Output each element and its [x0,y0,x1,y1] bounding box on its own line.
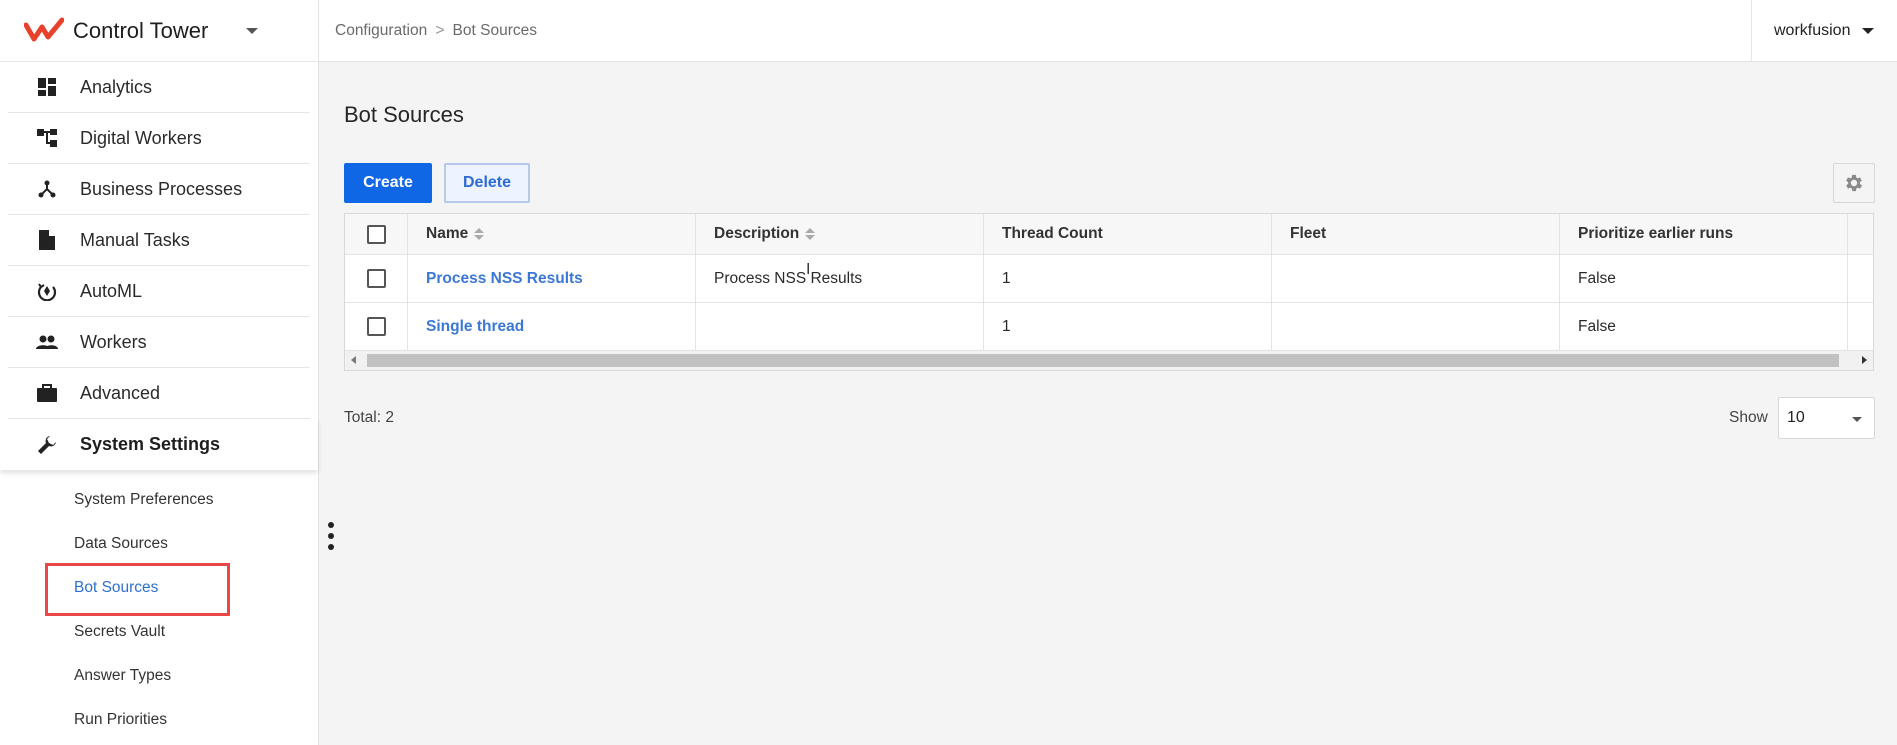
scrollbar-thumb[interactable] [367,354,1839,367]
process-icon [36,178,58,200]
breadcrumb-bot-sources: Bot Sources [452,21,537,39]
people-icon [36,331,58,353]
workfusion-logo-icon [24,17,64,41]
row-spacer [1848,255,1869,302]
sidebar-item-business-processes[interactable]: Business Processes [8,164,310,215]
row-checkbox-cell [345,255,408,302]
breadcrumb: Configuration > Bot Sources [319,22,537,40]
app-switcher-chevron-down-icon[interactable] [246,27,259,34]
sidebar-item-workers[interactable]: Workers [8,317,310,368]
header-checkbox-cell [345,214,408,254]
sidebar-subitem-answer-types[interactable]: Answer Types [0,654,318,698]
top-bar: Configuration > Bot Sources workfusion [319,0,1897,62]
horizontal-scrollbar[interactable] [345,351,1873,370]
gear-icon [1846,174,1862,192]
cell-prioritize: False [1560,255,1848,302]
sidebar-item-label: Workers [80,331,147,352]
column-header-label: Description [714,225,800,242]
sidebar-item-advanced[interactable]: Advanced [8,368,310,419]
column-header-description[interactable]: Description [696,214,984,254]
sidebar-subitem-run-priorities[interactable]: Run Priorities [0,698,318,742]
row-checkbox[interactable] [366,317,386,336]
document-icon [36,229,58,251]
sidebar-item-label: Advanced [80,382,161,403]
sidebar-item-system-settings[interactable]: System Settings [0,419,318,470]
bot-source-name-link[interactable]: Process NSS Results [426,270,583,288]
sidebar-item-label: Manual Tasks [80,229,190,250]
cell-description: Process NSS Results [696,255,984,302]
table-settings-button[interactable] [1833,163,1875,203]
column-header-name[interactable]: Name [408,214,696,254]
create-button[interactable]: Create [344,163,432,203]
column-header-label: Thread Count [1002,225,1103,242]
total-count: Total: 2 [344,409,394,426]
sidebar-item-label: AutoML [80,280,143,301]
wrench-icon [36,434,58,456]
page-size-value: 10 [1787,409,1805,426]
sidebar-item-automl[interactable]: AutoML [8,266,310,317]
row-checkbox-cell [345,303,408,350]
bot-source-name-link[interactable]: Single thread [426,318,524,336]
delete-button[interactable]: Delete [444,163,530,203]
cell-name: Single thread [408,303,696,350]
cell-thread-count: 1 [984,255,1272,302]
sidebar-subitem-bot-sources[interactable]: Bot Sources [0,566,318,610]
text-cursor-icon: I [806,261,811,278]
briefcase-icon [36,382,58,404]
breadcrumb-separator-icon: > [435,21,445,39]
sidebar-item-label: System Settings [80,434,221,454]
sidebar-resize-handle-icon[interactable] [327,522,335,550]
user-menu[interactable]: workfusion [1751,0,1897,62]
column-header-fleet: Fleet [1272,214,1560,254]
cell-thread-count: 1 [984,303,1272,350]
breadcrumb-configuration[interactable]: Configuration [335,22,427,40]
sidebar: Control Tower Analytics Digital Workers … [0,0,319,745]
sidebar-item-label: Digital Workers [80,127,202,148]
column-header-label: Fleet [1290,225,1327,242]
page-size-select[interactable]: 10 [1778,397,1875,439]
cell-description [696,303,984,350]
app-title: Control Tower [73,17,209,43]
user-name: workfusion [1774,22,1851,39]
sidebar-subitem-secrets-vault[interactable]: Secrets Vault [0,610,318,654]
bot-sources-table: Name Description Thread Count Fleet Prio… [344,213,1874,371]
app: Control Tower Analytics Digital Workers … [0,0,1897,745]
sort-icon[interactable] [805,228,816,240]
column-header-label: Name [426,225,469,242]
hierarchy-icon [36,127,58,149]
row-checkbox[interactable] [366,269,386,288]
cell-fleet [1272,303,1560,350]
brand-header[interactable]: Control Tower [0,0,318,62]
table-header-row: Name Description Thread Count Fleet Prio… [345,214,1873,255]
cell-fleet [1272,255,1560,302]
table-row: Single thread 1 False [345,303,1873,351]
sidebar-item-label: Analytics [80,76,153,97]
sidebar-item-analytics[interactable]: Analytics [8,62,310,113]
automl-icon [36,280,58,302]
header-spacer [1848,214,1869,254]
dashboard-icon [36,76,58,98]
scroll-left-arrow-icon[interactable] [351,356,356,364]
column-header-thread-count: Thread Count [984,214,1272,254]
user-menu-chevron-down-icon [1862,28,1875,34]
cell-name: Process NSS Results [408,255,696,302]
sort-icon[interactable] [474,228,485,240]
column-header-prioritize: Prioritize earlier runs [1560,214,1848,254]
scroll-right-arrow-icon[interactable] [1862,356,1867,364]
sidebar-subitem-data-sources[interactable]: Data Sources [0,522,318,566]
chevron-down-icon [1852,417,1862,422]
sidebar-item-digital-workers[interactable]: Digital Workers [8,113,310,164]
select-all-checkbox[interactable] [366,224,386,244]
sidebar-subitem-system-preferences[interactable]: System Preferences [0,478,318,522]
row-spacer [1848,303,1869,350]
sidebar-item-manual-tasks[interactable]: Manual Tasks [8,215,310,266]
cell-prioritize: False [1560,303,1848,350]
column-header-label: Prioritize earlier runs [1578,225,1734,242]
page-size-label: Show [1729,409,1768,426]
sidebar-item-label: Business Processes [80,178,243,199]
system-settings-submenu: System Preferences Data Sources Bot Sour… [0,470,318,742]
page-title: Bot Sources [344,102,464,127]
table-row: Process NSS Results Process NSS Results … [345,255,1873,303]
